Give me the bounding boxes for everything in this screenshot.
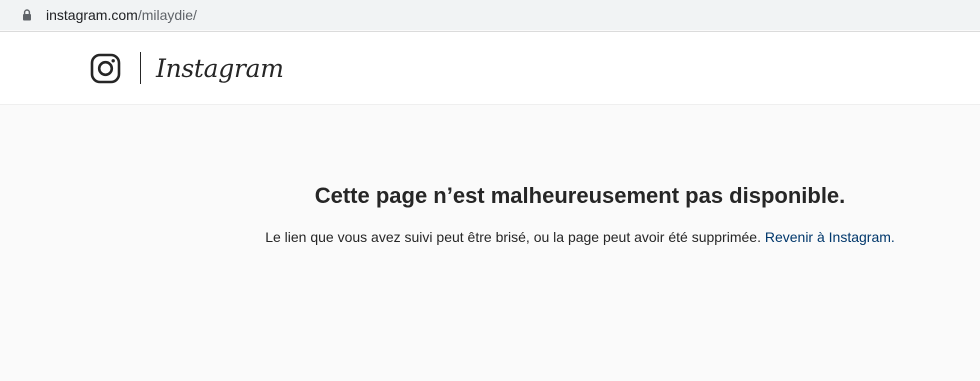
back-to-instagram-link[interactable]: Revenir à Instagram.	[765, 229, 895, 245]
url-path: /milaydie/	[137, 7, 197, 23]
url-host: instagram.com	[46, 7, 138, 23]
browser-toolbar: instagram.com/milaydie/	[0, 0, 980, 30]
instagram-camera-icon[interactable]	[90, 53, 121, 84]
url-text[interactable]: instagram.com/milaydie/	[46, 7, 197, 23]
instagram-header: Instagram	[0, 31, 980, 105]
header-divider	[140, 52, 141, 84]
main-content: Cette page n’est malheureusement pas dis…	[0, 105, 980, 381]
address-bar[interactable]: instagram.com/milaydie/	[8, 2, 972, 28]
error-title: Cette page n’est malheureusement pas dis…	[314, 183, 846, 208]
error-message-line: Le lien que vous avez suivi peut être br…	[0, 228, 980, 246]
lock-icon	[23, 9, 31, 21]
error-message: Le lien que vous avez suivi peut être br…	[265, 229, 761, 245]
instagram-wordmark[interactable]: Instagram	[156, 54, 284, 84]
